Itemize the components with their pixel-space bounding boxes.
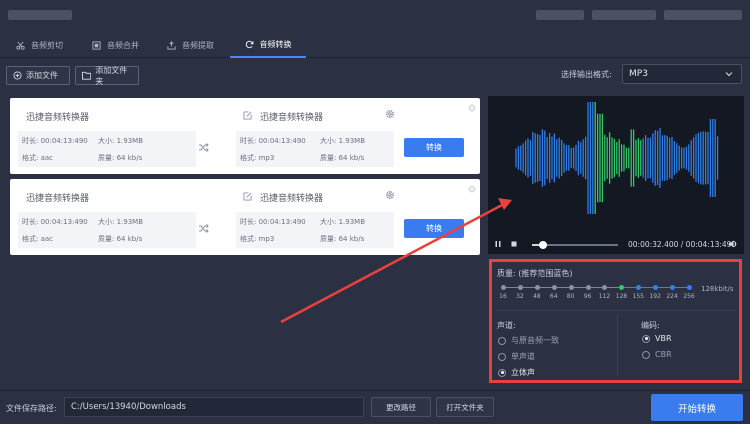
volume-icon[interactable] — [728, 239, 738, 249]
convert-button[interactable]: 转换 — [404, 138, 464, 157]
plus-circle-icon — [13, 71, 22, 80]
seek-handle[interactable] — [539, 241, 548, 249]
source-quality: 质量: 64 kb/s — [98, 235, 143, 243]
merge-icon — [92, 40, 101, 50]
pause-icon[interactable] — [494, 240, 502, 248]
output-format: 格式: mp3 — [240, 154, 275, 162]
waveform — [515, 102, 719, 214]
source-size: 大小: 1.93MB — [98, 137, 144, 145]
source-duration: 时长: 00:04:13:490 — [22, 137, 88, 145]
convert-icon — [245, 40, 253, 48]
file-card: 迅捷音频转换器 迅捷音频转换器 时长: 00:04:13:490 大小: 1.9… — [10, 179, 480, 255]
tab-audio-convert[interactable]: 音频转换 — [230, 32, 306, 58]
stop-icon[interactable] — [510, 240, 518, 248]
gear-icon[interactable] — [385, 109, 395, 119]
output-size: 大小: 1.93MB — [320, 218, 366, 226]
convert-button[interactable]: 转换 — [404, 219, 464, 238]
bottom-bar: 文件保存路径: C:/Users/13940/Downloads 更改路径 打开… — [0, 390, 750, 424]
window-controls-blurred[interactable] — [592, 10, 656, 20]
start-convert-button[interactable]: 开始转换 — [651, 394, 743, 421]
add-folder-button[interactable]: 添加文件夹 — [75, 65, 139, 86]
output-info: 时长: 00:04:13:490 大小: 1.93MB 格式: mp3 质量: … — [236, 131, 394, 167]
shuffle-icon — [199, 143, 209, 152]
add-file-label: 添加文件 — [26, 71, 58, 80]
source-quality: 质量: 64 kb/s — [98, 154, 143, 162]
chevron-down-icon — [725, 72, 733, 77]
tab-label: 音频合并 — [107, 40, 139, 50]
toolbar: 添加文件 添加文件夹 选择输出格式: MP3 — [0, 59, 750, 93]
file-card: 迅捷音频转换器 迅捷音频转换器 时长: 00:04:13:490 大小: 1.9… — [10, 98, 480, 174]
tab-label: 音频提取 — [182, 40, 214, 50]
output-quality: 质量: 64 kb/s — [320, 154, 365, 162]
tab-audio-cut[interactable]: 音频剪切 — [16, 32, 63, 58]
change-path-button[interactable]: 更改路径 — [371, 397, 431, 417]
window-controls-blurred-2[interactable] — [664, 10, 742, 20]
source-format: 格式: aac — [22, 154, 54, 162]
add-folder-label: 添加文件夹 — [95, 65, 128, 86]
output-info: 时长: 00:04:13:490 大小: 1.93MB 格式: mp3 质量: … — [236, 212, 394, 248]
source-format: 格式: aac — [22, 235, 54, 243]
source-info: 时长: 00:04:13:490 大小: 1.93MB 格式: aac 质量: … — [18, 131, 196, 167]
open-folder-button[interactable]: 打开文件夹 — [436, 397, 494, 417]
output-format-value: MP3 — [629, 69, 648, 79]
tab-audio-extract[interactable]: 音频提取 — [167, 32, 214, 58]
output-file-name: 迅捷音频转换器 — [260, 194, 324, 204]
tab-audio-merge[interactable]: 音频合并 — [92, 32, 139, 58]
edit-icon[interactable] — [243, 192, 252, 201]
output-duration: 时长: 00:04:13:490 — [240, 218, 306, 226]
output-format-label: 选择输出格式: — [561, 70, 612, 79]
source-duration: 时长: 00:04:13:490 — [22, 218, 88, 226]
output-quality: 质量: 64 kb/s — [320, 235, 365, 243]
gear-icon[interactable] — [385, 190, 395, 200]
save-path-input[interactable]: C:/Users/13940/Downloads — [64, 397, 364, 417]
source-file-name: 迅捷音频转换器 — [26, 113, 90, 123]
add-file-button[interactable]: 添加文件 — [6, 66, 70, 85]
edit-icon[interactable] — [243, 111, 252, 120]
highlight-frame — [489, 259, 742, 383]
playback-time: 00:00:32.400 / 00:04:13:490 — [628, 240, 737, 249]
tab-label: 音频剪切 — [31, 40, 63, 50]
save-path-label: 文件保存路径: — [6, 404, 57, 413]
source-file-name: 迅捷音频转换器 — [26, 194, 90, 204]
audio-player: 00:00:32.400 / 00:04:13:490 — [488, 236, 744, 254]
account-info-blurred — [536, 10, 584, 20]
shuffle-icon — [199, 224, 209, 233]
title-bar — [0, 0, 750, 32]
extract-icon — [167, 40, 176, 50]
output-format: 格式: mp3 — [240, 235, 275, 243]
file-list: 迅捷音频转换器 迅捷音频转换器 时长: 00:04:13:490 大小: 1.9… — [8, 96, 482, 386]
source-info: 时长: 00:04:13:490 大小: 1.93MB 格式: aac 质量: … — [18, 212, 196, 248]
folder-icon — [82, 71, 92, 80]
output-format-select[interactable]: MP3 — [622, 64, 742, 84]
close-icon[interactable] — [468, 104, 476, 112]
output-file-name: 迅捷音频转换器 — [260, 113, 324, 123]
waveform-preview: 00:00:32.400 / 00:04:13:490 — [488, 96, 744, 254]
tab-bar: 音频剪切 音频合并 音频提取 音频转换 — [0, 32, 750, 58]
output-size: 大小: 1.93MB — [320, 137, 366, 145]
output-duration: 时长: 00:04:13:490 — [240, 137, 306, 145]
app-title-blurred — [8, 10, 72, 20]
tab-label: 音频转换 — [259, 39, 292, 49]
source-size: 大小: 1.93MB — [98, 218, 144, 226]
scissors-icon — [16, 41, 25, 50]
close-icon[interactable] — [468, 185, 476, 193]
seek-bar[interactable] — [532, 241, 618, 249]
